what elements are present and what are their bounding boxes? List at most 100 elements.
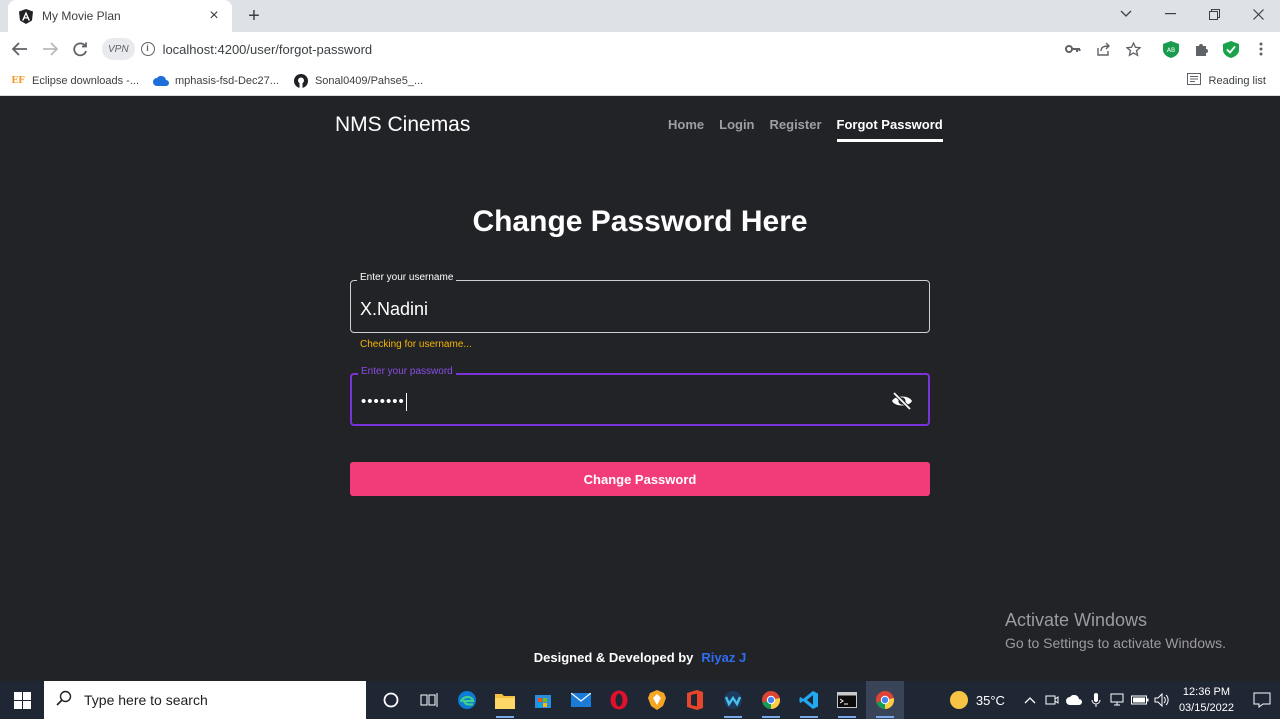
username-label: Enter your username [357, 272, 457, 283]
clock-date: 03/15/2022 [1178, 702, 1234, 714]
file-explorer-icon[interactable] [486, 681, 524, 719]
github-icon [293, 73, 309, 89]
edge-icon[interactable] [448, 681, 486, 719]
nav-forgot-password[interactable]: Forgot Password [836, 117, 943, 142]
system-tray: 35°C 12:36 PM 03/15/2022 [949, 681, 1280, 719]
username-hint: Checking for username... [360, 339, 472, 350]
onedrive-icon[interactable] [1063, 681, 1085, 719]
search-icon [56, 690, 72, 711]
site-brand[interactable]: NMS Cinemas [335, 113, 470, 137]
reading-list-label: Reading list [1208, 74, 1266, 87]
star-icon[interactable] [1118, 34, 1148, 64]
tab-title: My Movie Plan [42, 9, 121, 23]
password-label: Enter your password [358, 366, 456, 377]
chrome-icon[interactable] [752, 681, 790, 719]
network-icon[interactable] [1107, 681, 1129, 719]
username-field[interactable]: Enter your username X.Nadini [350, 272, 930, 333]
vpn-badge[interactable]: VPN [102, 38, 135, 60]
bookmark-label: Eclipse downloads -... [32, 74, 139, 87]
mail-icon[interactable] [562, 681, 600, 719]
tab-strip: My Movie Plan × + [0, 0, 1280, 32]
browser-toolbar: VPN i localhost:4200/user/forgot-passwor… [0, 32, 1280, 66]
battery-icon[interactable] [1129, 681, 1151, 719]
nav-register[interactable]: Register [770, 117, 822, 138]
taskbar-search[interactable]: Type here to search [44, 681, 366, 719]
back-icon[interactable] [5, 34, 35, 64]
meet-now-icon[interactable] [1041, 681, 1063, 719]
address-bar[interactable]: VPN i localhost:4200/user/forgot-passwor… [102, 36, 1150, 62]
opera-icon[interactable] [600, 681, 638, 719]
office-icon[interactable] [676, 681, 714, 719]
nav-home[interactable]: Home [668, 117, 704, 138]
chrome-icon[interactable] [866, 681, 904, 719]
menu-dots-icon[interactable] [1246, 34, 1276, 64]
new-tab-icon[interactable]: + [243, 5, 265, 27]
store-icon[interactable] [524, 681, 562, 719]
notifications-icon[interactable] [1244, 681, 1280, 719]
bookmark-eclipse[interactable]: EF Eclipse downloads -... [10, 73, 139, 89]
bookmark-onedrive[interactable]: mphasis-fsd-Dec27... [153, 73, 279, 89]
reading-list-icon [1186, 73, 1201, 88]
share-icon[interactable] [1088, 34, 1118, 64]
temperature: 35°C [975, 692, 1005, 708]
angular-icon [18, 8, 34, 24]
window-controls [1104, 0, 1280, 32]
adblock-icon[interactable]: AB [1156, 34, 1186, 64]
taskbar-clock[interactable]: 12:36 PM 03/15/2022 [1179, 684, 1234, 716]
site-nav: Home Login Register Forgot Password [668, 117, 943, 142]
info-icon[interactable]: i [140, 42, 155, 56]
page-title: Change Password Here [472, 205, 808, 238]
terminal-icon[interactable] [828, 681, 866, 719]
reload-icon[interactable] [65, 34, 95, 64]
reading-list[interactable]: Reading list [1186, 66, 1266, 95]
author-link[interactable]: Riyaz J [701, 650, 746, 665]
activate-subtitle: Go to Settings to activate Windows. [1005, 635, 1226, 651]
volume-icon[interactable] [1151, 681, 1173, 719]
sun-icon [949, 691, 968, 709]
browser-tab[interactable]: My Movie Plan × [8, 0, 232, 32]
activate-title: Activate Windows [1005, 610, 1148, 630]
password-field[interactable]: Enter your password ••••••• [350, 366, 930, 426]
toolbar-actions: AB [1058, 32, 1276, 66]
close-window-icon[interactable] [1236, 0, 1280, 28]
bookmark-label: Sonal0409/Pahse5_... [314, 74, 424, 87]
web-page: NMS Cinemas Home Login Register Forgot P… [0, 97, 1280, 681]
text-caret [405, 393, 407, 412]
footer-text: Designed & Developed by [533, 650, 694, 665]
change-password-button[interactable]: Change Password [350, 462, 930, 496]
cortana-icon[interactable] [372, 681, 410, 719]
password-value[interactable]: ••••••• [361, 393, 407, 412]
username-value[interactable]: X.Nadini [360, 299, 428, 320]
webex-icon[interactable] [714, 681, 752, 719]
minimize-icon[interactable] [1148, 0, 1192, 28]
password-dots: ••••••• [361, 393, 405, 410]
eye-off-icon[interactable] [891, 391, 913, 411]
weather-widget[interactable]: 35°C [949, 691, 1005, 709]
forward-icon[interactable] [35, 34, 65, 64]
extensions-icon[interactable] [1186, 34, 1216, 64]
url-text[interactable]: localhost:4200/user/forgot-password [163, 42, 373, 57]
clock-time: 12:36 PM [1182, 686, 1231, 698]
eclipse-foundation-icon: EF [11, 75, 25, 86]
bookmark-github[interactable]: Sonal0409/Pahse5_... [293, 73, 423, 89]
activate-windows-watermark: Activate Windows Go to Settings to activ… [1005, 610, 1226, 651]
windows-start-icon[interactable] [0, 681, 44, 719]
task-view-icon[interactable] [410, 681, 448, 719]
chevron-up-icon[interactable] [1019, 681, 1041, 719]
close-tab-icon[interactable]: × [206, 8, 222, 24]
nav-login[interactable]: Login [719, 117, 754, 138]
windows-taskbar: Type here to search 35°C 12:36 PM 03/15/… [0, 681, 1280, 719]
brave-icon[interactable] [638, 681, 676, 719]
cloud-icon [153, 73, 169, 89]
footer: Designed & Developed by Riyaz J [0, 650, 1280, 665]
microphone-icon[interactable] [1085, 681, 1107, 719]
vscode-icon[interactable] [790, 681, 828, 719]
key-icon[interactable] [1058, 34, 1088, 64]
search-placeholder: Type here to search [84, 692, 208, 708]
shield-check-icon[interactable] [1216, 34, 1246, 64]
restore-icon[interactable] [1192, 0, 1236, 28]
chevron-down-icon[interactable] [1104, 0, 1148, 28]
svg-text:AB: AB [1167, 47, 1175, 54]
taskbar-apps [372, 681, 904, 719]
bookmark-label: mphasis-fsd-Dec27... [175, 74, 279, 87]
